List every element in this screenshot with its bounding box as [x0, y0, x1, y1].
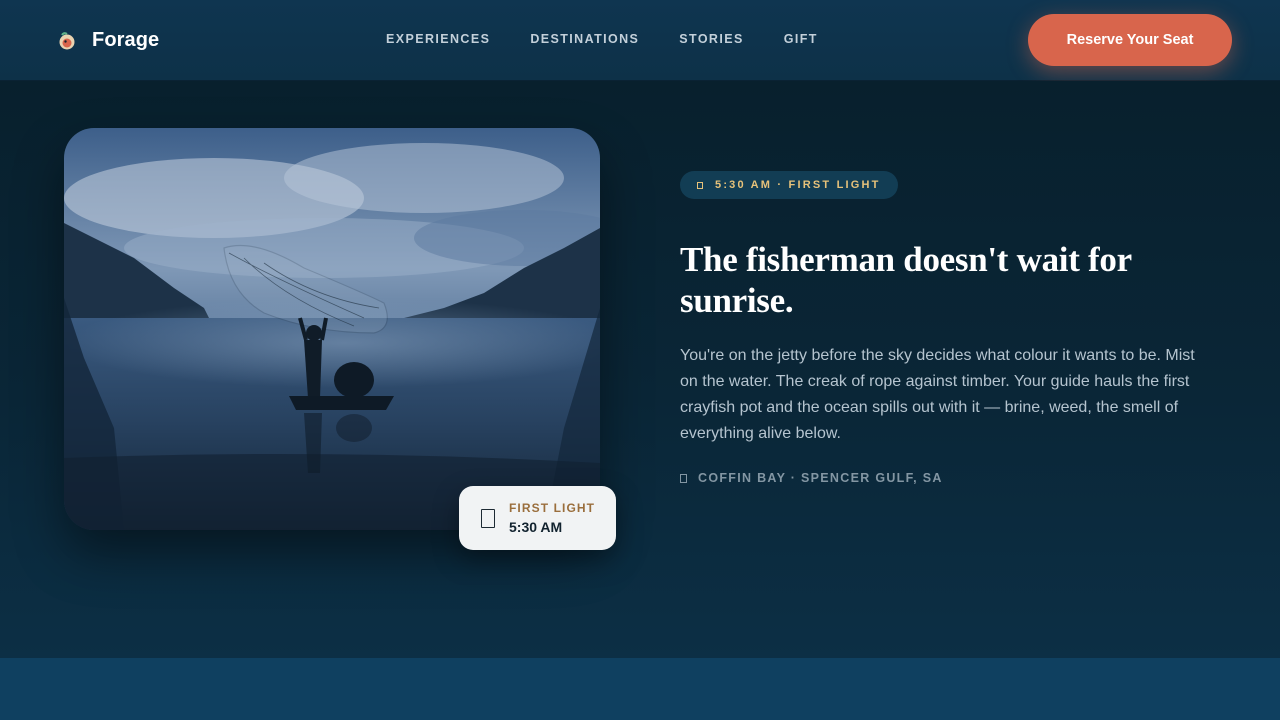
- brand-logo[interactable]: Forage: [56, 29, 159, 52]
- reserve-seat-button[interactable]: Reserve Your Seat: [1028, 14, 1232, 66]
- brand-name: Forage: [92, 29, 160, 51]
- nav-gift[interactable]: GIFT: [784, 32, 818, 46]
- hero-headline: The fisherman doesn't wait for sunrise.: [680, 240, 1132, 320]
- time-badge: 5:30 AM · FIRST LIGHT: [680, 171, 898, 199]
- time-badge-text: 5:30 AM · FIRST LIGHT: [715, 179, 881, 191]
- location-tag: COFFIN BAY · SPENCER GULF, SA: [680, 471, 943, 485]
- location-text: COFFIN BAY · SPENCER GULF, SA: [698, 471, 943, 485]
- forage-logo-icon: [59, 31, 75, 49]
- first-light-card: FIRST LIGHT 5:30 AM: [459, 486, 616, 550]
- pin-icon: [680, 473, 687, 483]
- hero-description: You're on the jetty before the sky decid…: [680, 347, 1195, 442]
- fisherman-casting-net-image: [64, 128, 600, 530]
- first-light-card-text: FIRST LIGHT 5:30 AM: [509, 501, 595, 536]
- first-light-label: FIRST LIGHT: [509, 500, 596, 515]
- main-nav: EXPERIENCES DESTINATIONS STORIES GIFT: [386, 32, 818, 46]
- nav-experiences[interactable]: EXPERIENCES: [386, 32, 490, 46]
- nav-stories[interactable]: STORIES: [679, 32, 743, 46]
- nav-destinations[interactable]: DESTINATIONS: [530, 32, 639, 46]
- top-navigation-bar: Forage EXPERIENCES DESTINATIONS STORIES …: [0, 0, 1280, 81]
- hero-section: FIRST LIGHT 5:30 AM 5:30 AM · FIRST LIGH…: [0, 81, 1280, 658]
- next-section-band: [0, 658, 1280, 720]
- sunrise-icon: [697, 181, 703, 189]
- first-light-time: 5:30 AM: [509, 518, 563, 535]
- hero-photo: [64, 128, 600, 530]
- lantern-icon: [481, 508, 495, 528]
